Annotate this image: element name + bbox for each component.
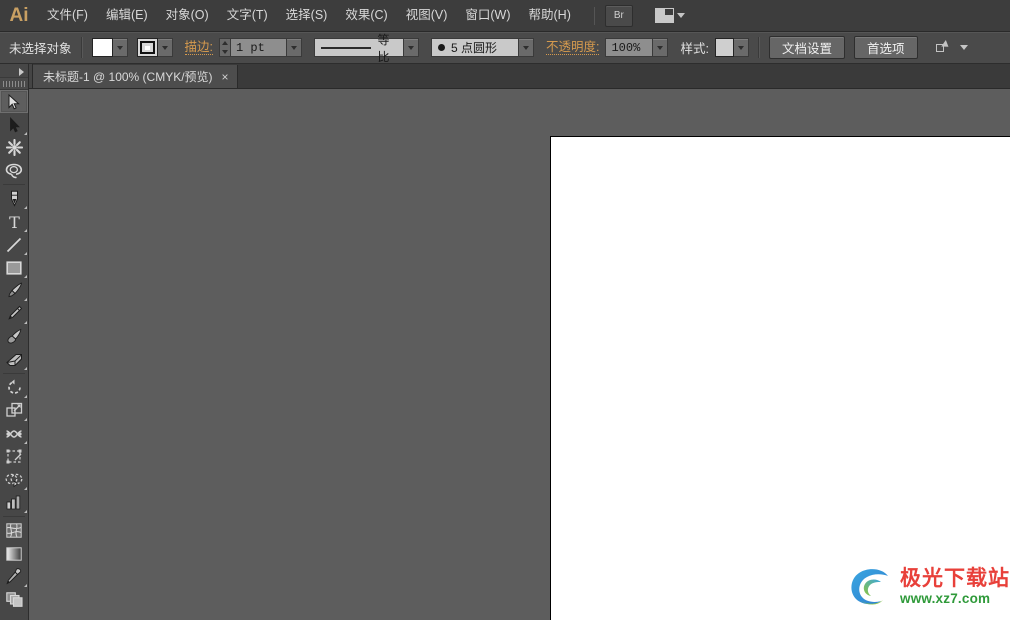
menu-window[interactable]: 窗口(W)	[456, 0, 519, 31]
pen-tool[interactable]	[0, 187, 28, 210]
eyedropper-tool[interactable]	[0, 565, 28, 588]
blob-brush-tool[interactable]	[0, 325, 28, 348]
style-swatch[interactable]	[714, 38, 734, 57]
illustrator-window: Ai 文件(F) 编辑(E) 对象(O) 文字(T) 选择(S) 效果(C) 视…	[0, 0, 1010, 620]
rectangle-tool[interactable]	[0, 256, 28, 279]
lasso-tool[interactable]	[0, 159, 28, 182]
pencil-tool[interactable]	[0, 302, 28, 325]
style-dropdown-button[interactable]	[733, 38, 749, 57]
stroke-weight-stepper[interactable]	[219, 38, 231, 57]
stroke-profile-select[interactable]: 等比	[314, 33, 404, 64]
chevron-down-icon	[676, 13, 685, 18]
stroke-weight-label[interactable]: 描边:	[184, 40, 213, 55]
control-bar: 未选择对象 描边: 1 pt 等比 5 点圆形 不透明度: 100% 样式: 文…	[0, 32, 1010, 64]
scale-tool[interactable]	[0, 399, 28, 422]
stroke-dropdown-button[interactable]	[157, 38, 173, 57]
shape-builder-tool[interactable]	[0, 468, 28, 491]
tool-divider-3	[3, 516, 25, 517]
menu-object[interactable]: 对象(O)	[157, 0, 218, 31]
chevron-down-icon-2	[959, 45, 968, 50]
line-segment-tool[interactable]	[0, 233, 28, 256]
arrange-documents-icon	[654, 8, 674, 23]
brush-definition-select[interactable]: 5 点圆形	[431, 38, 519, 57]
align-options-button[interactable]	[932, 39, 968, 55]
tool-divider-1	[3, 184, 25, 185]
control-divider	[80, 37, 83, 58]
mesh-tool[interactable]	[0, 519, 28, 542]
artboard[interactable]	[550, 136, 1010, 620]
stroke-weight-dropdown-button[interactable]	[287, 38, 302, 57]
type-tool[interactable]: T	[0, 210, 28, 233]
selection-status-label: 未选择对象	[9, 42, 72, 56]
control-divider-2	[757, 37, 760, 58]
menu-effect[interactable]: 效果(C)	[336, 0, 396, 31]
menu-type[interactable]: 文字(T)	[218, 0, 277, 31]
stroke-profile-control[interactable]: 等比	[314, 33, 419, 64]
stroke-weight-input[interactable]: 1 pt	[231, 38, 287, 57]
document-tab[interactable]: 未标题-1 @ 100% (CMYK/预览) ×	[33, 65, 238, 88]
brush-definition-dropdown-button[interactable]	[519, 38, 534, 57]
arrange-documents-button[interactable]	[654, 8, 685, 23]
collapse-arrow-icon	[19, 68, 24, 76]
brush-definition-control[interactable]: 5 点圆形	[431, 38, 534, 57]
menu-select[interactable]: 选择(S)	[277, 0, 337, 31]
direct-selection-tool[interactable]	[0, 113, 28, 136]
free-transform-tool[interactable]	[0, 445, 28, 468]
column-graph-tool[interactable]	[0, 491, 28, 514]
brush-definition-value: 5 点圆形	[451, 41, 498, 55]
rotate-tool[interactable]	[0, 376, 28, 399]
tools-panel-grip[interactable]	[0, 78, 28, 90]
width-tool[interactable]	[0, 422, 28, 445]
tools-panel: T	[0, 64, 29, 620]
stroke-profile-dropdown-button[interactable]	[404, 38, 419, 57]
style-label: 样式:	[680, 42, 709, 56]
bridge-button[interactable]: Br	[604, 4, 633, 27]
opacity-label[interactable]: 不透明度:	[546, 40, 600, 55]
opacity-control[interactable]: 100%	[605, 38, 669, 57]
style-control[interactable]	[714, 38, 749, 57]
gradient-tool[interactable]	[0, 542, 28, 565]
menu-bar: Ai 文件(F) 编辑(E) 对象(O) 文字(T) 选择(S) 效果(C) 视…	[0, 0, 1010, 32]
menu-divider	[593, 6, 595, 25]
selection-tool[interactable]	[0, 90, 28, 113]
magic-wand-tool[interactable]	[0, 136, 28, 159]
transform-arrow-icon	[935, 39, 954, 55]
fill-swatch[interactable]	[91, 38, 113, 57]
fill-control[interactable]	[91, 38, 128, 57]
tools-panel-collapse-button[interactable]	[0, 64, 28, 78]
paintbrush-tool[interactable]	[0, 279, 28, 302]
document-tab-title: 未标题-1 @ 100% (CMYK/预览)	[43, 70, 213, 84]
stroke-color-control[interactable]	[136, 38, 173, 57]
stroke-weight-control[interactable]: 1 pt	[219, 38, 302, 57]
menu-file[interactable]: 文件(F)	[38, 0, 97, 31]
document-tab-bar: 未标题-1 @ 100% (CMYK/预览) ×	[0, 64, 1010, 89]
eraser-tool[interactable]	[0, 348, 28, 371]
menu-help[interactable]: 帮助(H)	[520, 0, 580, 31]
menu-edit[interactable]: 编辑(E)	[97, 0, 157, 31]
tool-list: T	[0, 90, 28, 611]
opacity-dropdown-button[interactable]	[653, 38, 669, 57]
brush-dot-icon	[438, 44, 445, 51]
stroke-swatch[interactable]	[136, 38, 158, 57]
document-setup-button[interactable]: 文档设置	[768, 36, 845, 59]
stroke-profile-value: 等比	[377, 32, 390, 64]
svg-text:T: T	[9, 214, 20, 230]
stroke-profile-icon	[321, 46, 372, 49]
app-logo-icon: Ai	[9, 4, 29, 26]
blend-tool[interactable]	[0, 588, 28, 611]
menu-view[interactable]: 视图(V)	[397, 0, 457, 31]
close-icon[interactable]: ×	[222, 71, 229, 83]
opacity-input[interactable]: 100%	[605, 38, 654, 57]
fill-dropdown-button[interactable]	[112, 38, 128, 57]
tool-divider-2	[3, 373, 25, 374]
preferences-button[interactable]: 首选项	[853, 36, 918, 59]
canvas-area[interactable]	[29, 89, 1010, 620]
